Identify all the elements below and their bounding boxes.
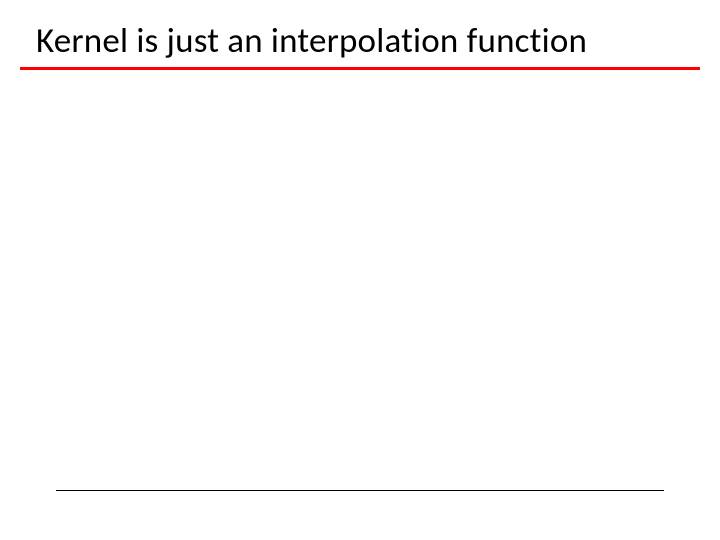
footer-rule (56, 490, 664, 491)
title-underline-rule (20, 67, 700, 70)
slide: Kernel is just an interpolation function (0, 0, 720, 540)
slide-title: Kernel is just an interpolation function (36, 20, 684, 62)
